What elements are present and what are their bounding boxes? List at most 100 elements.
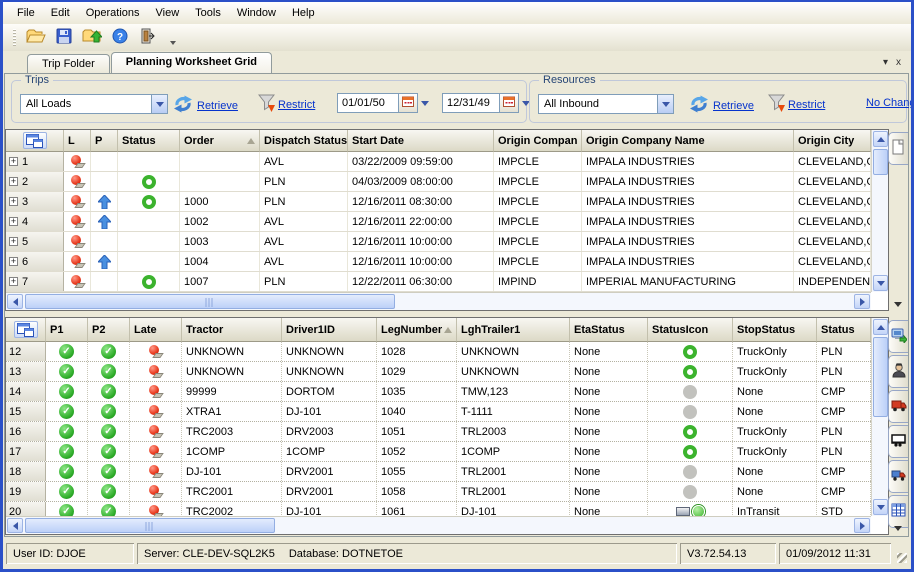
- column-header-origin_city[interactable]: Origin City: [794, 130, 871, 152]
- scroll-up-button[interactable]: [873, 319, 888, 335]
- row-header[interactable]: +5: [6, 232, 64, 251]
- menu-edit[interactable]: Edit: [43, 4, 78, 22]
- scroll-left-button[interactable]: [7, 294, 23, 309]
- table-row[interactable]: 14✓✓99999DORTOM1035TMW,123NoneNoneCMP: [6, 382, 871, 402]
- row-header[interactable]: 12: [6, 342, 46, 361]
- expand-button[interactable]: +: [9, 277, 18, 286]
- save-button[interactable]: [52, 27, 76, 49]
- field-chooser-button[interactable]: [6, 130, 64, 152]
- vscroll-thumb[interactable]: [873, 149, 888, 175]
- expand-button[interactable]: +: [9, 157, 18, 166]
- resources-combo-dropdown-button[interactable]: [657, 95, 673, 113]
- resources-filter-combobox[interactable]: All Inbound: [538, 94, 674, 114]
- column-header-driver1id[interactable]: Driver1ID: [282, 318, 377, 342]
- help-button[interactable]: ?: [108, 27, 132, 49]
- row-header[interactable]: 14: [6, 382, 46, 401]
- scroll-down-button[interactable]: [873, 275, 888, 291]
- table-row[interactable]: +41002AVL12/16/2011 22:00:00IMPCLEIMPALA…: [6, 212, 871, 232]
- scroll-left-button[interactable]: [7, 518, 23, 533]
- expand-button[interactable]: +: [9, 197, 18, 206]
- column-header-status[interactable]: Status: [817, 318, 871, 342]
- expand-button[interactable]: +: [9, 217, 18, 226]
- column-header-l[interactable]: L: [64, 130, 91, 152]
- scroll-up-button[interactable]: [873, 131, 888, 147]
- trips-retrieve-link[interactable]: Retrieve: [197, 100, 238, 112]
- tab-close-button[interactable]: x: [896, 57, 901, 68]
- column-header-stopstatus[interactable]: StopStatus: [733, 318, 817, 342]
- column-header-origin_company_name[interactable]: Origin Company Name: [582, 130, 794, 152]
- row-header[interactable]: +1: [6, 152, 64, 171]
- column-header-status[interactable]: Status: [118, 130, 180, 152]
- table-row[interactable]: 15✓✓XTRA1DJ-1011040T-1111NoneNoneCMP: [6, 402, 871, 422]
- vscroll-thumb[interactable]: [873, 337, 888, 417]
- legs-grid-vscrollbar[interactable]: [871, 318, 888, 516]
- scroll-right-button[interactable]: [854, 518, 870, 533]
- trips-grid-vscrollbar[interactable]: [871, 130, 888, 292]
- legs-grid-hscrollbar[interactable]: [6, 516, 871, 534]
- row-header[interactable]: 20: [6, 502, 46, 516]
- date-from-field[interactable]: 01/01/50: [337, 93, 399, 113]
- no-change-link[interactable]: No Change: [866, 97, 914, 109]
- row-header[interactable]: +3: [6, 192, 64, 211]
- table-row[interactable]: 19✓✓TRC2001DRV20011058TRL2001NoneNoneCMP: [6, 482, 871, 502]
- row-header[interactable]: +4: [6, 212, 64, 231]
- column-header-dispatch_status[interactable]: Dispatch Status: [260, 130, 348, 152]
- row-header[interactable]: +6: [6, 252, 64, 271]
- open-button[interactable]: [24, 27, 48, 49]
- dock-tab-worksheet[interactable]: [888, 495, 908, 528]
- menu-help[interactable]: Help: [284, 4, 323, 22]
- date-from-dropdown-button[interactable]: [418, 93, 432, 113]
- dock-tab-driver[interactable]: [888, 355, 908, 388]
- column-header-p[interactable]: P: [91, 130, 118, 152]
- table-row[interactable]: +61004AVL12/16/2011 10:00:00IMPCLEIMPALA…: [6, 252, 871, 272]
- date-to-calendar-button[interactable]: [500, 93, 519, 113]
- tab-planning-worksheet-grid[interactable]: Planning Worksheet Grid: [111, 52, 272, 73]
- column-header-legnumber[interactable]: LegNumber: [377, 318, 457, 342]
- trips-grid-hscrollbar[interactable]: [6, 292, 871, 310]
- dock-more-button[interactable]: [894, 302, 902, 307]
- row-header[interactable]: 17: [6, 442, 46, 461]
- hscroll-thumb[interactable]: [25, 518, 275, 533]
- trips-restrict-link[interactable]: Restrict: [278, 99, 315, 111]
- date-from-calendar-button[interactable]: [399, 93, 418, 113]
- menu-operations[interactable]: Operations: [78, 4, 148, 22]
- column-header-order[interactable]: Order: [180, 130, 260, 152]
- menu-window[interactable]: Window: [229, 4, 284, 22]
- export-button[interactable]: [80, 27, 104, 49]
- dock-more-button[interactable]: [894, 526, 902, 531]
- trips-filter-combobox[interactable]: All Loads: [20, 94, 168, 114]
- resources-retrieve-link[interactable]: Retrieve: [713, 100, 754, 112]
- row-header[interactable]: 19: [6, 482, 46, 501]
- table-row[interactable]: +51003AVL12/16/2011 10:00:00IMPCLEIMPALA…: [6, 232, 871, 252]
- resources-restrict-link[interactable]: Restrict: [788, 99, 825, 111]
- dock-tab-document[interactable]: [888, 132, 908, 165]
- exit-button[interactable]: [136, 27, 160, 49]
- column-header-lghtrailer1[interactable]: LghTrailer1: [457, 318, 570, 342]
- column-header-tractor[interactable]: Tractor: [182, 318, 282, 342]
- table-row[interactable]: 16✓✓TRC2003DRV20031051TRL2003NoneTruckOn…: [6, 422, 871, 442]
- row-header[interactable]: +2: [6, 172, 64, 191]
- row-header[interactable]: 16: [6, 422, 46, 441]
- tab-list-dropdown-button[interactable]: ▾: [883, 57, 888, 68]
- column-header-origin_company[interactable]: Origin Compan: [494, 130, 582, 152]
- table-row[interactable]: +71007PLN12/22/2011 06:30:00IMPINDIMPERI…: [6, 272, 871, 292]
- dock-tab-trailer[interactable]: [888, 425, 908, 458]
- field-chooser-button[interactable]: [6, 318, 46, 342]
- row-header[interactable]: 18: [6, 462, 46, 481]
- column-header-p2[interactable]: P2: [88, 318, 130, 342]
- resize-grip[interactable]: [894, 543, 908, 564]
- hscroll-thumb[interactable]: [25, 294, 395, 309]
- table-row[interactable]: 18✓✓DJ-101DRV20011055TRL2001NoneNoneCMP: [6, 462, 871, 482]
- dock-tab-tractor[interactable]: [888, 390, 908, 423]
- expand-button[interactable]: +: [9, 257, 18, 266]
- dock-tab-carrier[interactable]: [888, 460, 908, 493]
- row-header[interactable]: 13: [6, 362, 46, 381]
- table-row[interactable]: 12✓✓UNKNOWNUNKNOWN1028UNKNOWNNoneTruckOn…: [6, 342, 871, 362]
- table-row[interactable]: 17✓✓1COMP1COMP10521COMPNoneTruckOnlyPLN: [6, 442, 871, 462]
- date-to-field[interactable]: 12/31/49: [442, 93, 500, 113]
- expand-button[interactable]: +: [9, 237, 18, 246]
- row-header[interactable]: +7: [6, 272, 64, 291]
- column-header-late[interactable]: Late: [130, 318, 182, 342]
- tab-trip-folder[interactable]: Trip Folder: [27, 54, 110, 73]
- menu-file[interactable]: File: [9, 4, 43, 22]
